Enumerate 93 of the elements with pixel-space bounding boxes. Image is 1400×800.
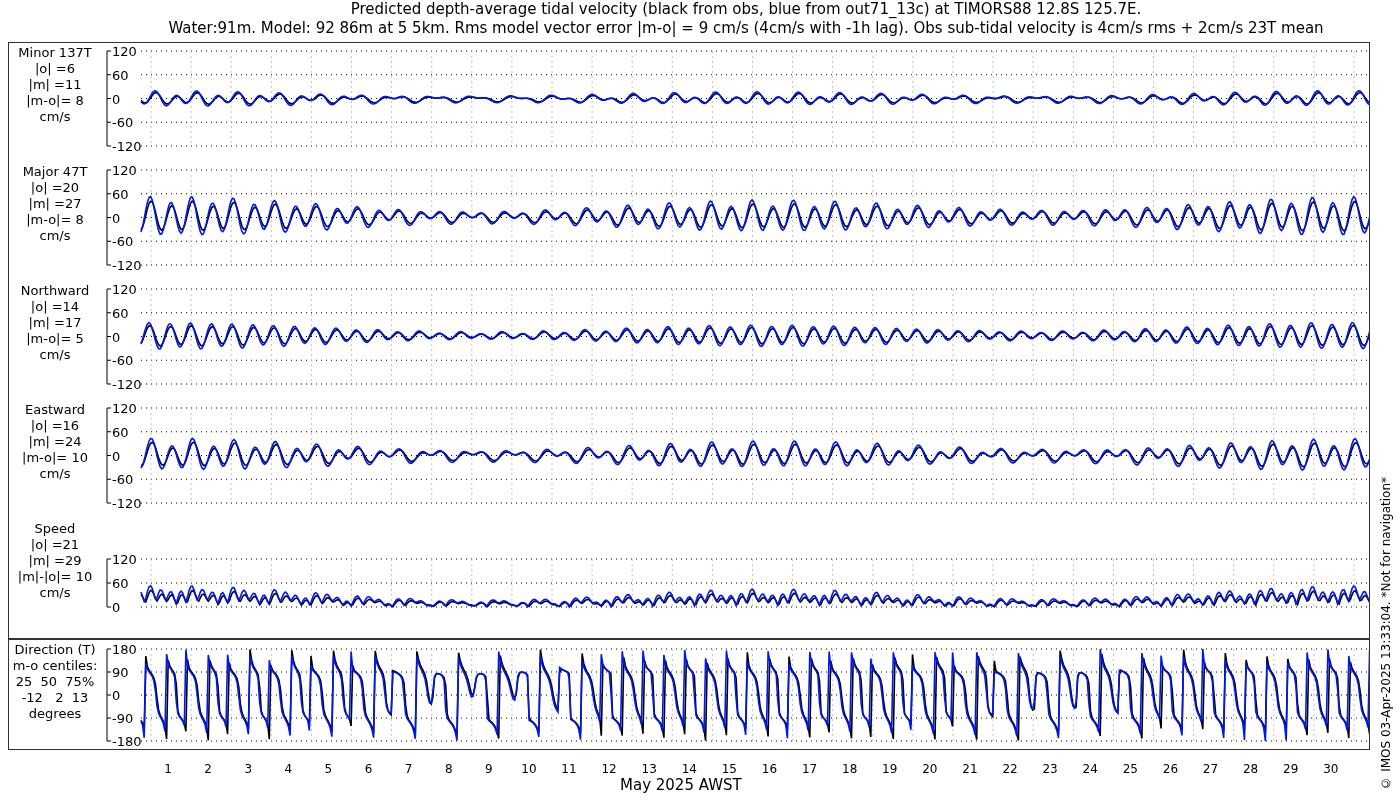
panel-label-line: |m-o|= 5 bbox=[26, 331, 84, 347]
x-tick-label: 22 bbox=[1001, 762, 1019, 776]
x-tick-label: 1 bbox=[163, 762, 173, 776]
y-tick-label: 60 bbox=[112, 424, 129, 440]
y-tick-label: -60 bbox=[112, 472, 134, 488]
y-tick-label: 60 bbox=[112, 186, 129, 202]
panel-label-line: |m| =27 bbox=[28, 196, 82, 212]
x-tick-label: 20 bbox=[921, 762, 939, 776]
y-tick-label: -180 bbox=[112, 734, 142, 749]
y-tick-label: -120 bbox=[112, 139, 142, 154]
panel-label-line: -12 2 13 bbox=[21, 690, 89, 706]
panel-label-line: |m|-|o|= 10 bbox=[17, 569, 93, 585]
panel-label-line: Northward bbox=[20, 283, 90, 299]
x-tick-label: 14 bbox=[680, 762, 698, 776]
y-tick-label: 120 bbox=[112, 163, 137, 178]
y-tick-label: -60 bbox=[112, 353, 134, 369]
x-tick-label: 19 bbox=[881, 762, 899, 776]
panel-label-line: |o| =14 bbox=[30, 299, 80, 315]
x-axis-label: May 2025 AWST bbox=[620, 776, 742, 794]
y-tick-label: 0 bbox=[112, 91, 121, 107]
x-tick-label: 18 bbox=[841, 762, 859, 776]
panel-label-line: cm/s bbox=[39, 109, 71, 125]
x-tick-label: 15 bbox=[720, 762, 738, 776]
y-tick-label: 60 bbox=[112, 576, 129, 591]
y-tick-label: -60 bbox=[112, 115, 134, 131]
panel-label-line: |m| =17 bbox=[28, 315, 82, 331]
x-tick-label: 4 bbox=[283, 762, 294, 776]
x-tick-label: 23 bbox=[1041, 762, 1059, 776]
x-tick-label: 7 bbox=[403, 762, 414, 776]
x-tick-label: 29 bbox=[1282, 762, 1300, 776]
panel-label-line: cm/s bbox=[39, 585, 71, 601]
panel-label-line: Direction (T) bbox=[14, 642, 96, 658]
panel-label-line: cm/s bbox=[39, 228, 71, 244]
x-tick-label: 24 bbox=[1081, 762, 1099, 776]
chart-title: Predicted depth-average tidal velocity (black from obs, blue from out71_13c) at TIMORS88 12.8S 125.7E. bbox=[350, 0, 1142, 19]
x-tick-label: 11 bbox=[560, 762, 578, 776]
y-axis-bracket bbox=[106, 558, 112, 608]
panel-label-line: cm/s bbox=[39, 347, 71, 363]
x-tick-label: 10 bbox=[520, 762, 538, 776]
y-tick-label: 0 bbox=[112, 329, 121, 345]
y-tick-label: -60 bbox=[112, 234, 134, 250]
y-tick-label: 0 bbox=[112, 448, 121, 464]
y-tick-label: 120 bbox=[112, 282, 137, 297]
panel-label-line: Major 47T bbox=[22, 164, 88, 180]
y-tick-label: 180 bbox=[112, 642, 137, 657]
panel-label-line: Minor 137T bbox=[18, 45, 92, 61]
y-tick-label: -90 bbox=[112, 711, 134, 726]
y-tick-label: 0 bbox=[112, 210, 121, 226]
panel-label-line: Speed bbox=[34, 521, 76, 537]
x-tick-label: 3 bbox=[243, 762, 254, 776]
copyright-note: © IMOS 03-Apr-2025 13:33:04. *Not for navigation* bbox=[1379, 477, 1393, 790]
panel-label-line: degrees bbox=[28, 706, 82, 722]
x-tick-label: 25 bbox=[1121, 762, 1139, 776]
panel-label-line: |m| =11 bbox=[28, 77, 82, 93]
x-tick-label: 27 bbox=[1201, 762, 1220, 776]
x-tick-label: 13 bbox=[640, 762, 658, 776]
x-tick-label: 21 bbox=[961, 762, 979, 776]
y-tick-label: 60 bbox=[112, 305, 129, 321]
panel-label-line: |m| =24 bbox=[28, 434, 82, 450]
y-tick-label: 0 bbox=[112, 688, 121, 703]
panel-label-line: |m| =29 bbox=[28, 553, 82, 569]
y-tick-label: 90 bbox=[112, 665, 129, 680]
x-tick-label: 5 bbox=[323, 762, 334, 776]
y-tick-label: 120 bbox=[112, 552, 137, 567]
panel-label-line: |m-o|= 8 bbox=[26, 93, 84, 109]
y-tick-label: 120 bbox=[112, 44, 137, 59]
panel-label-line: |o| =16 bbox=[30, 418, 80, 434]
x-tick-label: 30 bbox=[1322, 762, 1340, 776]
y-tick-label: -120 bbox=[112, 258, 142, 273]
y-tick-label: -120 bbox=[112, 496, 142, 511]
x-tick-label: 6 bbox=[363, 762, 374, 776]
panel-label-line: |m-o|= 10 bbox=[22, 450, 88, 466]
x-tick-label: 26 bbox=[1161, 762, 1180, 776]
x-tick-label: 9 bbox=[483, 762, 494, 776]
panel-label-line: m-o centiles: bbox=[12, 658, 98, 674]
x-tick-label: 8 bbox=[443, 762, 454, 776]
panel-label-line: |o| =6 bbox=[35, 61, 75, 77]
x-tick-label: 28 bbox=[1241, 762, 1260, 776]
y-tick-label: 60 bbox=[112, 67, 129, 83]
panel-label-line: 25 50 75% bbox=[15, 674, 95, 690]
y-tick-label: 0 bbox=[112, 600, 121, 615]
chart-subtitle: Water:91m. Model: 92 86m at 5 5km. Rms model vector error |m-o| = 9 cm/s (4cm/s with -1h lag). Obs sub-tidal velocity is 4cm/s rms + 2cm/s 23T mean bbox=[168, 19, 1324, 38]
y-tick-label: 120 bbox=[112, 401, 137, 416]
panel-label-line: Eastward bbox=[25, 402, 85, 418]
panel-label-line: |m-o|= 8 bbox=[26, 212, 84, 228]
panel-label-line: cm/s bbox=[39, 466, 71, 482]
panel-label-line: |o| =20 bbox=[30, 180, 80, 196]
panel-label-line: |o| =21 bbox=[30, 537, 80, 553]
x-tick-label: 16 bbox=[760, 762, 779, 776]
x-tick-label: 12 bbox=[600, 762, 618, 776]
x-tick-label: 2 bbox=[203, 762, 213, 776]
y-tick-label: -120 bbox=[112, 377, 142, 392]
x-tick-label: 17 bbox=[800, 762, 819, 776]
